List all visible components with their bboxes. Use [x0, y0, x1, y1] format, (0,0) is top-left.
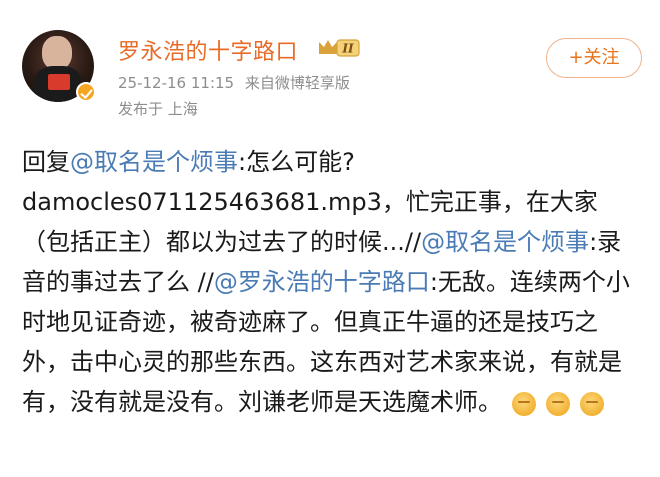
vip-level-label: II [341, 42, 354, 56]
follow-button[interactable]: +关注 [546, 38, 642, 78]
username-link[interactable]: 罗永浩的十字路口 [118, 34, 298, 66]
post-source: 来自微博轻享版 [244, 74, 350, 92]
post-header: 罗永浩的十字路口 II 25-12-16 11:15 来自微博轻享版 发布于 上… [22, 24, 642, 124]
mention-link[interactable]: @罗永浩的十字路口 [214, 268, 430, 296]
post-timestamp: 25-12-16 11:15 [118, 74, 235, 92]
verified-badge-icon [76, 82, 96, 102]
fist-emoji-icon [512, 392, 536, 416]
post-text: :怎么可能? [238, 148, 355, 176]
post-location: 发布于 上海 [118, 100, 198, 118]
emoji-row [502, 383, 604, 423]
fist-emoji-icon [546, 392, 570, 416]
vip-crown-icon[interactable]: II [317, 36, 361, 60]
mention-link[interactable]: @取名是个烦事 [70, 148, 238, 176]
reply-prefix: 回复 [22, 148, 70, 176]
mention-link[interactable]: @取名是个烦事 [421, 228, 589, 256]
fist-emoji-icon [580, 392, 604, 416]
post-meta: 25-12-16 11:15 来自微博轻享版 [118, 72, 356, 93]
post-body: 回复@取名是个烦事:怎么可能? damocles071125463681.mp3，… [22, 142, 642, 423]
